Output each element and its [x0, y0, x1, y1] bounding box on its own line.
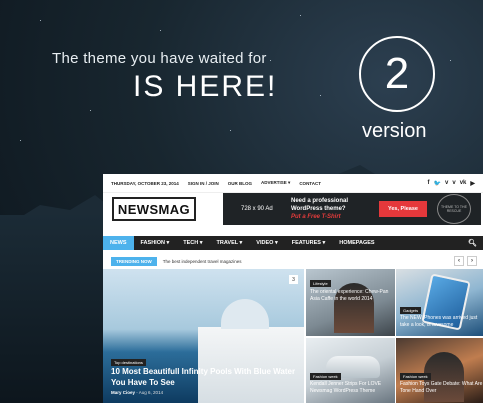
- twitter-icon[interactable]: 🐦: [434, 180, 441, 187]
- nav-item-travel[interactable]: TRAVEL ▾: [210, 236, 250, 250]
- ad-line-3: Put a Free T-Shirt: [291, 214, 341, 220]
- website-preview: THURSDAY, OCTOBER 23, 2014 SIGN IN / JOI…: [103, 174, 483, 403]
- vine-icon[interactable]: v: [452, 180, 455, 187]
- trending-arrows: ‹ ›: [454, 256, 477, 266]
- ad-badge: THEME TO THE RESCUE: [436, 194, 471, 224]
- article-image-dome: [221, 299, 269, 329]
- top-bar: THURSDAY, OCTOBER 23, 2014 SIGN IN / JOI…: [103, 174, 483, 193]
- youtube-icon[interactable]: ▶: [470, 180, 475, 187]
- site-logo[interactable]: NEWSMAG: [112, 197, 196, 221]
- hero-headline: IS HERE!: [133, 70, 278, 103]
- chevron-right-icon[interactable]: ›: [467, 256, 477, 266]
- article-tile[interactable]: Gadgets The NEW iPhones was arrived just…: [396, 269, 483, 336]
- nav-item-homepages[interactable]: HOMEPAGES: [332, 236, 381, 250]
- image-count-badge: 3: [289, 275, 298, 284]
- featured-meta: Mary Cioey - Aug 6, 2014: [111, 390, 164, 395]
- tile-title[interactable]: The NEW iPhones was arrived just take a …: [400, 315, 483, 332]
- lake-water: [0, 215, 110, 403]
- category-tag[interactable]: Fashion week: [400, 373, 431, 380]
- trending-bar: TRENDING NOW The best independent travel…: [111, 256, 477, 266]
- category-tag[interactable]: Lifestyle: [310, 280, 331, 287]
- featured-grid: 3 Top destinations 10 Most Beautifull In…: [103, 269, 483, 403]
- nav-item-tech[interactable]: TECH ▾: [176, 236, 209, 250]
- category-tag[interactable]: Gadgets: [400, 307, 422, 314]
- main-nav: NEWS FASHION ▾ TECH ▾ TRAVEL ▾ VIDEO ▾ F…: [103, 236, 483, 250]
- ad-line-2: WordPress theme?: [291, 206, 346, 212]
- nav-item-news[interactable]: NEWS: [103, 236, 134, 250]
- article-tile[interactable]: Fashion week Fashion Toys Gate Debate: W…: [396, 338, 483, 403]
- social-icons: f 🐦 v v vk ▶: [428, 180, 475, 187]
- article-tile[interactable]: Fashion week Kendall Jenner Strips For L…: [306, 338, 395, 403]
- current-date: THURSDAY, OCTOBER 23, 2014: [111, 180, 179, 186]
- publish-date: Aug 6, 2014: [138, 390, 164, 395]
- trending-headline[interactable]: The best independent travel magazines: [163, 259, 242, 264]
- topbar-link-blog[interactable]: OUR BLOG: [228, 181, 252, 186]
- hero-tagline: The theme you have waited for: [52, 50, 267, 67]
- facebook-icon[interactable]: f: [428, 180, 430, 187]
- topbar-link-contact[interactable]: CONTACT: [299, 181, 321, 186]
- tile-title[interactable]: Kendall Jenner Strips For LOVE Newsmag W…: [310, 381, 394, 399]
- category-tag[interactable]: Top destinations: [111, 359, 146, 366]
- category-tag[interactable]: Fashion week: [310, 373, 341, 380]
- article-image-building: [198, 327, 304, 403]
- chevron-left-icon[interactable]: ‹: [454, 256, 464, 266]
- tile-title[interactable]: The oriental experience: Chew-Pan Asia C…: [310, 289, 394, 332]
- nav-item-features[interactable]: FEATURES ▾: [285, 236, 333, 250]
- vk-icon[interactable]: vk: [460, 180, 467, 187]
- featured-title[interactable]: 10 Most Beautifull Infinity Pools With B…: [111, 367, 301, 388]
- topbar-link-advertise[interactable]: ADVERTISE ▾: [261, 180, 290, 186]
- author-name[interactable]: Mary Cioey: [111, 390, 135, 395]
- ad-size-label: 728 x 90 Ad: [241, 206, 273, 212]
- version-label: version: [362, 120, 427, 142]
- search-icon[interactable]: 🔍︎: [468, 239, 477, 247]
- topbar-link-signin[interactable]: SIGN IN / JOIN: [188, 181, 219, 186]
- article-tile[interactable]: Lifestyle The oriental experience: Chew-…: [306, 269, 395, 336]
- ad-copy: Need a professional WordPress theme? Put…: [291, 197, 371, 221]
- version-number-badge: 2: [359, 36, 435, 112]
- trending-badge: TRENDING NOW: [111, 256, 157, 266]
- tile-title[interactable]: Fashion Toys Gate Debate: What Are Tone …: [400, 381, 483, 399]
- nav-item-fashion[interactable]: FASHION ▾: [134, 236, 177, 250]
- featured-article[interactable]: 3 Top destinations 10 Most Beautifull In…: [103, 269, 304, 403]
- ad-banner[interactable]: 728 x 90 Ad Need a professional WordPres…: [223, 193, 481, 225]
- nav-item-video[interactable]: VIDEO ▾: [249, 236, 284, 250]
- ad-cta-button[interactable]: Yes, Please: [379, 201, 427, 217]
- ad-line-1: Need a professional: [291, 198, 349, 204]
- vimeo-icon[interactable]: v: [445, 180, 448, 187]
